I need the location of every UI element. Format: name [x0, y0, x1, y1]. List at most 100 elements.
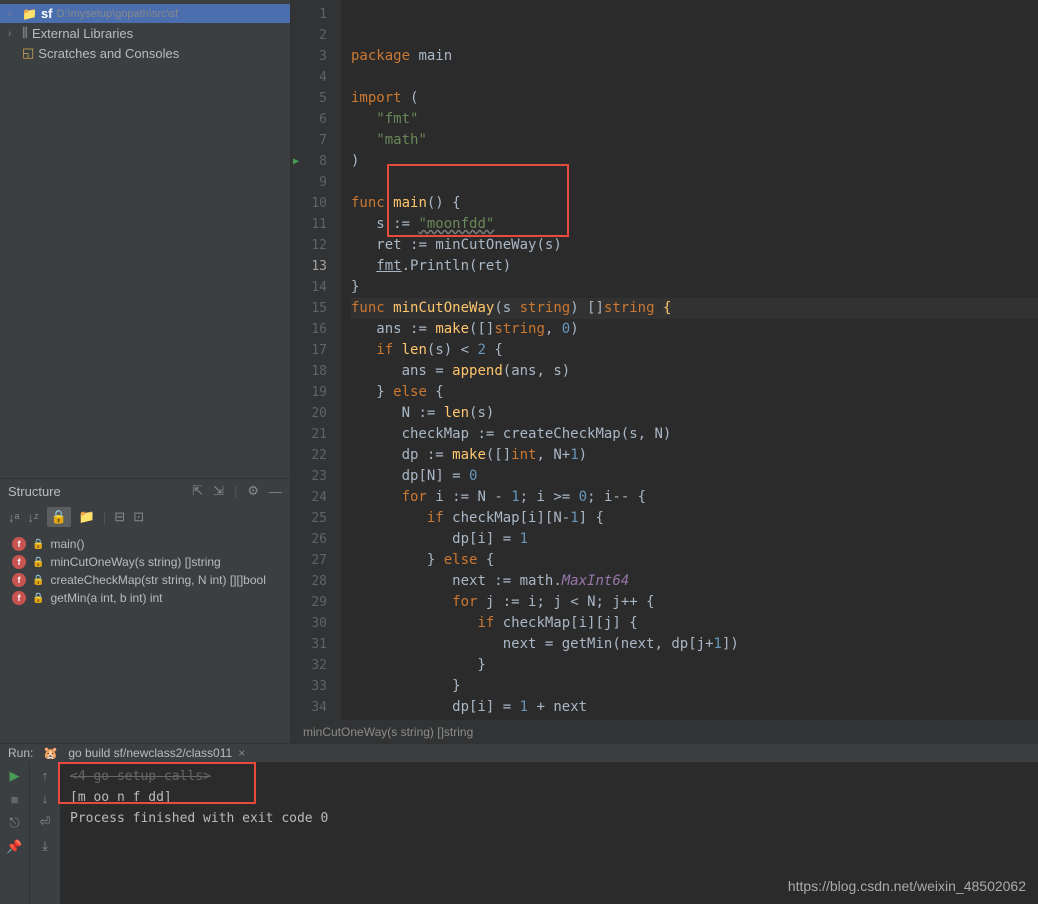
pin-icon[interactable]: 📌	[6, 839, 22, 855]
scroll-icon[interactable]: ⤓	[42, 838, 48, 854]
code-line[interactable]: "fmt"	[351, 109, 1038, 130]
gutter-line[interactable]: 15	[291, 298, 341, 319]
code-line[interactable]: dp[i] = 1 + next	[351, 697, 1038, 718]
stop-icon[interactable]: ■	[11, 792, 19, 807]
gutter-line[interactable]: 10	[291, 193, 341, 214]
code-line[interactable]: s := "moonfdd"	[351, 214, 1038, 235]
gutter-line[interactable]: 21	[291, 424, 341, 445]
code-line[interactable]: for j := i; j < N; j++ {	[351, 592, 1038, 613]
gutter-line[interactable]: 34	[291, 697, 341, 718]
gutter-line[interactable]: 16	[291, 319, 341, 340]
gutter-line[interactable]: 18	[291, 361, 341, 382]
lock-icon: 🔒	[32, 539, 44, 550]
exit-icon[interactable]: ⎋	[9, 815, 19, 831]
code-line[interactable]: ret := minCutOneWay(s)	[351, 235, 1038, 256]
code-line[interactable]: }	[351, 676, 1038, 697]
gutter-line[interactable]: 2	[291, 25, 341, 46]
gutter-line[interactable]: 31	[291, 634, 341, 655]
code-line[interactable]: }	[351, 718, 1038, 720]
down-icon[interactable]: ↓	[42, 791, 49, 806]
code-line[interactable]: if len(s) < 2 {	[351, 340, 1038, 361]
structure-item-getmin[interactable]: f 🔒 getMin(a int, b int) int	[0, 589, 290, 607]
tree-icon[interactable]: ⊟	[114, 509, 125, 525]
code-line[interactable]: for i := N - 1; i >= 0; i-- {	[351, 487, 1038, 508]
sort-alpha-up-icon[interactable]: ↓ᶻ	[27, 510, 38, 525]
structure-item-createcheckmap[interactable]: f 🔒 createCheckMap(str string, N int) []…	[0, 571, 290, 589]
code-line[interactable]: if checkMap[i][j] {	[351, 613, 1038, 634]
code-line[interactable]: fmt.Println(ret)	[351, 256, 1038, 277]
structure-item-mincut[interactable]: f 🔒 minCutOneWay(s string) []string	[0, 553, 290, 571]
sort-alpha-down-icon[interactable]: ↓ᵃ	[8, 510, 19, 525]
gutter-line[interactable]: 13	[291, 256, 341, 277]
gutter-line[interactable]: 17	[291, 340, 341, 361]
editor-content[interactable]: 12345678▶9101112131415161718192021222324…	[291, 0, 1038, 720]
gutter-line[interactable]: 14	[291, 277, 341, 298]
folder-icon[interactable]: 📁	[79, 509, 95, 525]
play-icon[interactable]: ▶	[10, 768, 20, 784]
structure-item-main[interactable]: f 🔒 main()	[0, 535, 290, 553]
run-config-name[interactable]: go build sf/newclass2/class011	[68, 746, 232, 760]
gear-icon[interactable]: ⚙	[247, 483, 259, 499]
code-line[interactable]	[351, 67, 1038, 88]
gutter-line[interactable]: 19	[291, 382, 341, 403]
code-line[interactable]: func minCutOneWay(s string) []string {	[351, 298, 1038, 319]
gutter-line[interactable]: 3	[291, 46, 341, 67]
minimize-icon[interactable]: —	[269, 484, 282, 499]
code-line[interactable]: dp := make([]int, N+1)	[351, 445, 1038, 466]
code-line[interactable]: checkMap := createCheckMap(s, N)	[351, 424, 1038, 445]
expand-icon[interactable]: ⇱	[192, 483, 203, 499]
code-line[interactable]: import (	[351, 88, 1038, 109]
code-line[interactable]: next := math.MaxInt64	[351, 571, 1038, 592]
code-line[interactable]: }	[351, 655, 1038, 676]
gutter-line[interactable]: 5	[291, 88, 341, 109]
code-area[interactable]: package main import ( "fmt" "math") func m…	[341, 0, 1038, 720]
gutter-line[interactable]: 6	[291, 109, 341, 130]
run-marker-icon[interactable]: ▶	[293, 151, 299, 172]
collapse-icon[interactable]: ⇲	[213, 483, 224, 499]
gutter-line[interactable]: 28	[291, 571, 341, 592]
tree-item-root[interactable]: › 📁 sf D:\mysetup\gopath\src\sf	[0, 4, 290, 23]
gutter-line[interactable]: 1	[291, 4, 341, 25]
gutter-line[interactable]: 33	[291, 676, 341, 697]
gutter-line[interactable]: 22	[291, 445, 341, 466]
code-line[interactable]: N := len(s)	[351, 403, 1038, 424]
code-line[interactable]: ans = append(ans, s)	[351, 361, 1038, 382]
code-line[interactable]: } else {	[351, 382, 1038, 403]
code-line[interactable]: if checkMap[i][N-1] {	[351, 508, 1038, 529]
code-line[interactable]: func main() {	[351, 193, 1038, 214]
gutter-line[interactable]: 30	[291, 613, 341, 634]
gutter-line[interactable]: 27	[291, 550, 341, 571]
close-icon[interactable]: ×	[238, 746, 245, 760]
code-line[interactable]: next = getMin(next, dp[j+1])	[351, 634, 1038, 655]
code-line[interactable]: )	[351, 151, 1038, 172]
gutter-line[interactable]: 25	[291, 508, 341, 529]
gutter-line[interactable]: 7	[291, 130, 341, 151]
flat-icon[interactable]: ⊡	[133, 509, 144, 525]
code-line[interactable]: package main	[351, 46, 1038, 67]
gutter[interactable]: 12345678▶9101112131415161718192021222324…	[291, 0, 341, 720]
code-line[interactable]: ans := make([]string, 0)	[351, 319, 1038, 340]
gutter-line[interactable]: 9	[291, 172, 341, 193]
breadcrumb[interactable]: minCutOneWay(s string) []string	[291, 720, 1038, 743]
gutter-line[interactable]: 29	[291, 592, 341, 613]
gutter-line[interactable]: 12	[291, 235, 341, 256]
up-icon[interactable]: ↑	[42, 768, 49, 783]
gutter-line[interactable]: 23	[291, 466, 341, 487]
code-line[interactable]: dp[i] = 1	[351, 529, 1038, 550]
code-line[interactable]: "math"	[351, 130, 1038, 151]
gutter-line[interactable]: 26	[291, 529, 341, 550]
gutter-line[interactable]: 24	[291, 487, 341, 508]
wrap-icon[interactable]: ⏎	[40, 814, 51, 830]
code-line[interactable]: } else {	[351, 550, 1038, 571]
gutter-line[interactable]: 11	[291, 214, 341, 235]
tree-item-external-libs[interactable]: › ⫼ External Libraries	[0, 23, 290, 43]
lock-icon[interactable]: 🔒	[47, 507, 71, 527]
gutter-line[interactable]: 8▶	[291, 151, 341, 172]
gutter-line[interactable]: 20	[291, 403, 341, 424]
tree-item-scratches[interactable]: ◱ Scratches and Consoles	[0, 43, 290, 63]
code-line[interactable]	[351, 172, 1038, 193]
code-line[interactable]: }	[351, 277, 1038, 298]
code-line[interactable]: dp[N] = 0	[351, 466, 1038, 487]
gutter-line[interactable]: 4	[291, 67, 341, 88]
gutter-line[interactable]: 32	[291, 655, 341, 676]
